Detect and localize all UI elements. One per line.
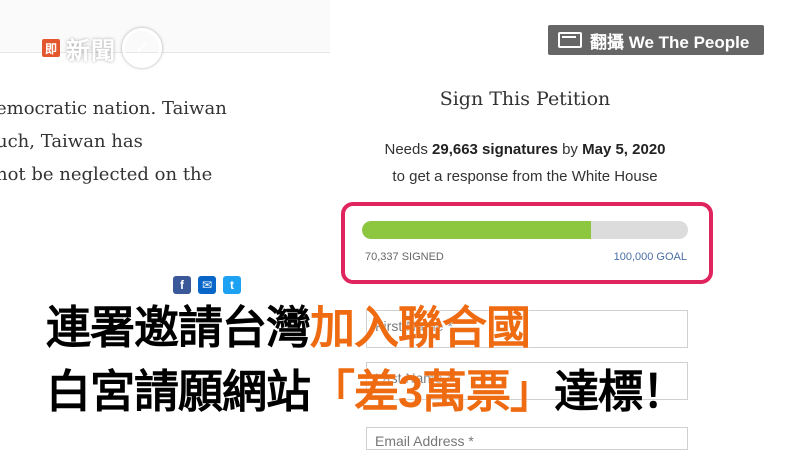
email-field[interactable]: Email Address * <box>366 427 688 450</box>
headline-text: 連署邀請台灣 <box>46 302 311 353</box>
petition-deadline: May 5, 2020 <box>582 141 666 158</box>
source-label: 翻攝 We The People <box>590 32 750 52</box>
by-word: by <box>562 141 578 158</box>
browser-icon <box>558 32 582 48</box>
response-line: to get a response from the White House <box>392 168 658 185</box>
signature-need-line: Needs 29,663 signatures by May 5, 2020 <box>365 141 685 158</box>
article-line: uch, Taiwan has <box>0 131 143 152</box>
article-line: not be neglected on the <box>0 164 213 185</box>
logo-badge: 即 <box>42 39 60 57</box>
signature-progress-fill <box>362 221 592 239</box>
article-body: emocratic nation. Taiwan uch, Taiwan has… <box>0 92 330 191</box>
headline-text: 白宮請願網站 <box>46 366 311 417</box>
share-buttons: f ✉ t <box>173 276 241 294</box>
twitter-icon[interactable]: t <box>223 276 241 294</box>
source-tag: 翻攝 We The People <box>548 25 764 55</box>
petition-title: Sign This Petition <box>439 88 611 110</box>
email-icon[interactable]: ✉ <box>198 276 216 294</box>
headline-highlight: 加入聯合國 <box>310 302 531 353</box>
logo-text: 新聞 <box>66 37 116 65</box>
article-line: emocratic nation. Taiwan <box>0 98 227 119</box>
needs-prefix: Needs <box>384 141 428 158</box>
facebook-icon[interactable]: f <box>173 276 191 294</box>
check-circle-icon: ✓ <box>122 28 162 68</box>
headline-highlight: 「差3萬票」 <box>310 366 555 417</box>
signature-progress-bar <box>362 221 688 239</box>
signed-count: 70,337 SIGNED <box>365 251 444 263</box>
headline-line-2: 白宮請願網站「差3萬票」達標！ <box>46 364 687 420</box>
headline-text: 達標！ <box>554 366 687 417</box>
headline-line-1: 連署邀請台灣加入聯合國 <box>46 300 531 356</box>
signatures-needed: 29,663 signatures <box>432 141 558 158</box>
goal-count: 100,000 GOAL <box>613 251 687 263</box>
news-logo: 即 新聞 ✓ <box>42 28 162 68</box>
progress-highlight-frame <box>341 202 713 284</box>
